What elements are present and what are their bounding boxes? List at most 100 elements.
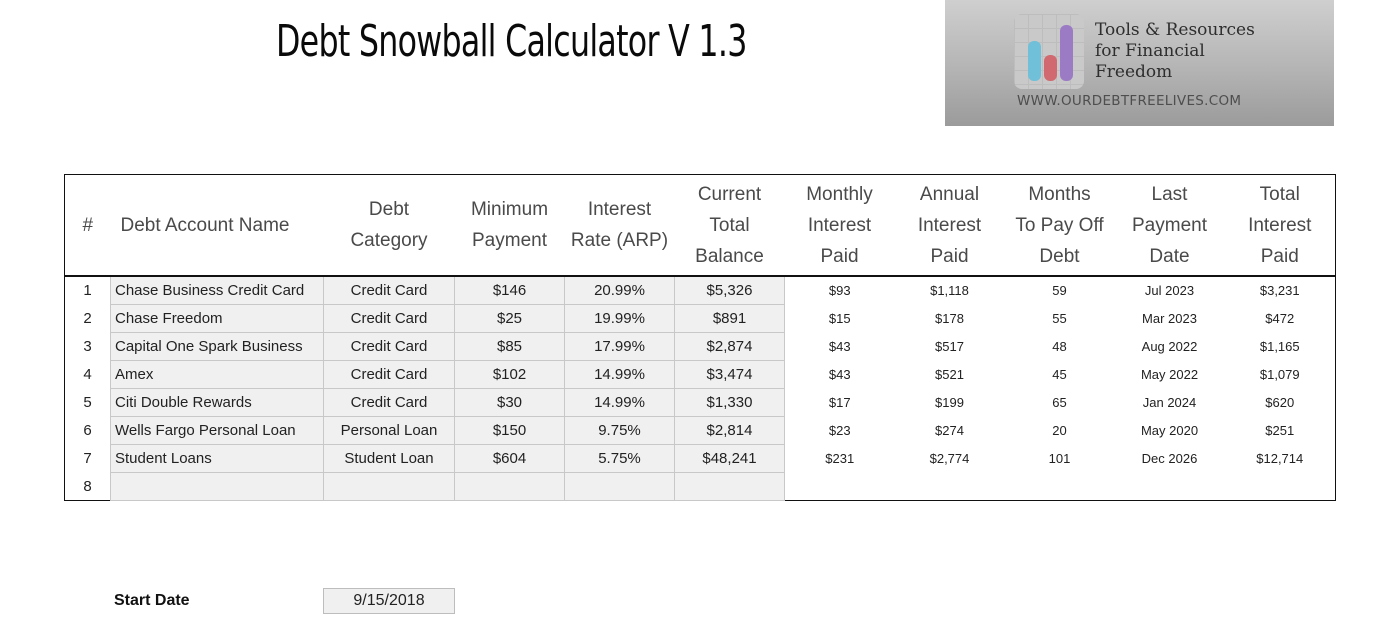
page-title: Debt Snowball Calculator V 1.3 (276, 16, 747, 67)
total-interest-cell: $620 (1265, 395, 1295, 410)
category-cell[interactable]: Student Loan (323, 444, 455, 473)
logo-bar-purple (1060, 25, 1073, 81)
total-interest-cell: $251 (1265, 423, 1295, 438)
row-number: 4 (83, 366, 92, 383)
header-col-interest-rate: Interest Rate (ARP) (564, 174, 675, 277)
months-to-payoff-cell: 48 (1052, 339, 1067, 354)
min-payment-cell[interactable]: $85 (454, 332, 565, 361)
category-cell[interactable]: Credit Card (323, 304, 455, 333)
logo-bar-blue (1028, 41, 1041, 81)
category-cell[interactable]: Credit Card (323, 360, 455, 389)
row-number: 3 (83, 338, 92, 355)
balance-cell[interactable]: $48,241 (674, 444, 785, 473)
monthly-interest-cell: $231 (825, 451, 855, 466)
header-line: Current (697, 183, 762, 205)
interest-rate-cell[interactable]: 9.75% (564, 416, 675, 445)
category-cell[interactable]: Personal Loan (323, 416, 455, 445)
interest-rate-cell[interactable]: 17.99% (564, 332, 675, 361)
row-number: 5 (83, 394, 92, 411)
header-col-total-interest: Total Interest Paid (1224, 174, 1336, 277)
table-row: 3 Capital One Spark Business Credit Card $8… (65, 332, 1336, 361)
annual-interest-cell (895, 473, 1005, 501)
annual-interest-cell: $178 (935, 311, 964, 326)
banner-url[interactable]: WWW.OURDEBTFREELIVES.COM (1017, 93, 1241, 109)
account-name-cell[interactable] (110, 472, 324, 501)
header-line: Annual (919, 183, 980, 205)
min-payment-cell[interactable]: $604 (454, 444, 565, 473)
last-payment-date-cell: May 2020 (1140, 423, 1199, 438)
account-name-cell[interactable]: Chase Business Credit Card (110, 275, 324, 305)
interest-rate-cell[interactable]: 14.99% (564, 360, 675, 389)
balance-cell[interactable]: $2,814 (674, 416, 785, 445)
category-cell[interactable] (323, 472, 455, 501)
logo-bar-red (1044, 55, 1057, 81)
interest-rate-cell[interactable] (564, 472, 675, 501)
total-interest-cell: $472 (1265, 311, 1295, 326)
table-row: 1 Chase Business Credit Card Credit Card $1… (65, 275, 1336, 305)
table-row: 5 Citi Double Rewards Credit Card $30 14.99%… (65, 388, 1336, 417)
table-body: 1 Chase Business Credit Card Credit Card $1… (65, 275, 1336, 501)
total-interest-cell: $3,231 (1259, 283, 1300, 299)
row-number: 8 (83, 477, 92, 495)
header-line: Minimum (470, 199, 549, 220)
balance-cell[interactable]: $3,474 (674, 360, 785, 389)
header-col-category: Debt Category (323, 174, 455, 277)
min-payment-cell[interactable]: $146 (454, 275, 565, 305)
monthly-interest-cell: $15 (828, 311, 851, 326)
balance-cell[interactable] (674, 472, 785, 501)
min-payment-cell[interactable]: $30 (454, 388, 565, 417)
header-line: Date (1149, 245, 1190, 267)
header-line: Debt (1039, 245, 1080, 267)
header-line: # (82, 214, 94, 236)
interest-rate-cell[interactable]: 20.99% (564, 275, 675, 305)
header-line: Balance (695, 245, 764, 267)
balance-cell[interactable]: $891 (674, 304, 785, 333)
balance-cell[interactable]: $1,330 (674, 388, 785, 417)
header-line: Category (350, 230, 428, 251)
min-payment-cell[interactable]: $150 (454, 416, 565, 445)
category-cell[interactable]: Credit Card (323, 388, 455, 417)
interest-rate-cell[interactable]: 5.75% (564, 444, 675, 473)
months-to-payoff-cell: 65 (1052, 395, 1067, 410)
account-name-cell[interactable]: Capital One Spark Business (110, 332, 324, 361)
interest-rate-cell[interactable]: 19.99% (564, 304, 675, 333)
last-payment-date-cell: Jul 2023 (1144, 283, 1195, 299)
table-header-row: # Debt Account Name Debt Category Minimum Pay… (64, 174, 1336, 277)
interest-rate-cell[interactable]: 14.99% (564, 388, 675, 417)
header-line: To Pay Off (1015, 214, 1104, 236)
header-col-balance: Current Total Balance (674, 174, 785, 277)
account-name-cell[interactable]: Chase Freedom (110, 304, 324, 333)
balance-cell[interactable]: $2,874 (674, 332, 785, 361)
header-line: Paid (930, 245, 969, 267)
last-payment-date-cell (1115, 473, 1225, 501)
account-name-cell[interactable]: Student Loans (110, 444, 324, 473)
header-col-annual-interest: Annual Interest Paid (894, 174, 1005, 277)
months-to-payoff-cell: 59 (1052, 283, 1067, 299)
account-name-cell[interactable]: Amex (110, 360, 324, 389)
header-line: Total (709, 214, 750, 236)
account-name-cell[interactable]: Citi Double Rewards (110, 388, 324, 417)
last-payment-date-cell: May 2022 (1140, 367, 1199, 382)
row-number: 7 (83, 450, 92, 467)
header-line: Interest (917, 214, 982, 236)
total-interest-cell: $1,165 (1259, 339, 1300, 354)
min-payment-cell[interactable]: $25 (454, 304, 565, 333)
tagline-line: for Financial (1095, 41, 1205, 61)
header-line: Debt (368, 199, 410, 220)
months-to-payoff-cell: 101 (1048, 451, 1071, 466)
start-date-field[interactable]: 9/15/2018 (323, 588, 455, 614)
row-number: 1 (83, 282, 92, 300)
header-line: Interest (807, 214, 872, 236)
tagline-line: Freedom (1095, 62, 1173, 82)
min-payment-cell[interactable] (454, 472, 565, 501)
category-cell[interactable]: Credit Card (323, 275, 455, 305)
header-col-monthly-interest: Monthly Interest Paid (784, 174, 895, 277)
account-name-cell[interactable]: Wells Fargo Personal Loan (110, 416, 324, 445)
last-payment-date-cell: Dec 2026 (1141, 451, 1198, 466)
brand-banner[interactable]: Tools & Resources for Financial Freedom … (945, 0, 1334, 126)
header-line: Monthly (806, 183, 873, 205)
category-cell[interactable]: Credit Card (323, 332, 455, 361)
balance-cell[interactable]: $5,326 (674, 275, 785, 305)
header-col-months-to-payoff: Months To Pay Off Debt (1004, 174, 1115, 277)
min-payment-cell[interactable]: $102 (454, 360, 565, 389)
